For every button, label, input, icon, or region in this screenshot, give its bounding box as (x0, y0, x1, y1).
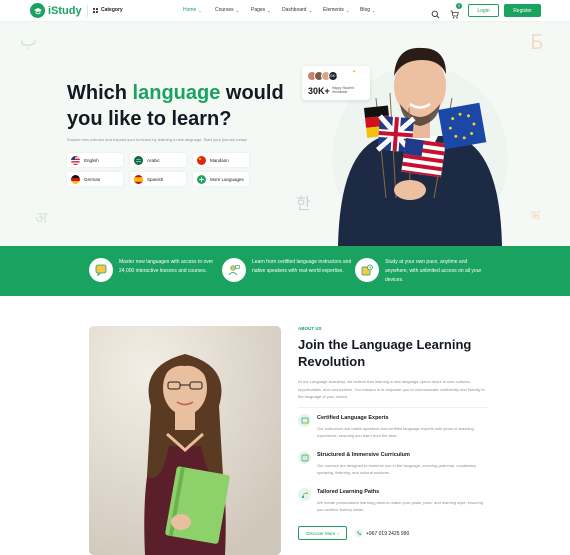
feature-text: Learn from certified language instructor… (252, 259, 352, 274)
plus-circle-icon (197, 174, 206, 184)
curriculum-icon (298, 451, 311, 464)
glyph-decoration: Б (530, 30, 544, 54)
search-icon[interactable] (431, 6, 440, 19)
category-button[interactable]: Category (93, 7, 123, 13)
features-band: Master new languages with access to over… (0, 246, 570, 296)
about-point: Certified Language Experts Our instructo… (298, 414, 487, 439)
point-description: We create personalized learning plans to… (317, 500, 484, 512)
teacher-icon (222, 258, 246, 282)
students-label: Happy Student Worldwide (332, 86, 354, 95)
students-stat-card: 20K+ 30K+ Happy Student Worldwide (302, 66, 370, 100)
saudi-flag-icon (134, 155, 143, 165)
glyph-decoration: ب (20, 30, 37, 51)
point-description: Our instructors are native speakers and … (317, 426, 474, 438)
grid-icon (93, 7, 98, 13)
point-title: Structured & Immersive Curriculum (317, 452, 410, 458)
divider (298, 407, 488, 408)
nav-item-pages[interactable]: Pages ⌄ (251, 7, 282, 13)
cart-count-badge: 0 (456, 3, 462, 9)
phone-contact[interactable]: +967 019 2425 990 (355, 529, 409, 539)
chevron-down-icon: ⌄ (235, 7, 239, 13)
login-button[interactable]: Login (468, 4, 499, 17)
feature-text: Study at your own pace, anytime and anyw… (385, 259, 482, 283)
nav-item-elements[interactable]: Elements ⌄ (323, 7, 360, 13)
about-description: At our Language Academy, we believe that… (298, 379, 485, 399)
main-nav: Home ⌄ Courses ⌄ Pages ⌄ Dashboard ⌄ Element… (183, 7, 384, 13)
language-option-mandarin[interactable]: Mandarin (193, 153, 249, 167)
point-title: Certified Language Experts (317, 415, 389, 421)
language-option-german[interactable]: German (67, 172, 123, 186)
about-point: Tailored Learning Paths We create person… (298, 488, 487, 513)
about-title: Join the Language Learning Revolution (298, 337, 472, 369)
clock-book-icon (355, 258, 379, 282)
feature-item: Study at your own pace, anytime and anyw… (355, 258, 491, 285)
logo-text: iStudy (48, 4, 82, 17)
hero-subtitle: Explore new cultures and expand your hor… (67, 137, 248, 142)
language-options: English Arabic Mandarin German Spanish M… (67, 153, 249, 186)
language-option-english[interactable]: English (67, 153, 123, 167)
avatar-count-badge: 20K+ (328, 71, 338, 81)
discover-more-button[interactable]: Discover More › (298, 526, 347, 540)
students-count: 30K+ (308, 86, 330, 96)
chevron-down-icon: ⌄ (372, 7, 376, 13)
language-option-more[interactable]: More Languages (193, 172, 249, 186)
phone-icon (355, 529, 363, 539)
hero-section: ب Б अ 한 ऋ Which language would you like … (0, 22, 570, 246)
logo-icon (30, 3, 45, 18)
germany-flag-icon (71, 174, 80, 184)
arrow-right-icon: › (337, 530, 339, 536)
student-avatars: 20K+ (307, 71, 338, 81)
glyph-decoration: 한 (296, 194, 311, 213)
feature-item: Learn from certified language instructor… (222, 258, 358, 282)
student-with-books-photo (89, 326, 281, 555)
chat-bubble-icon (89, 258, 113, 282)
language-option-spanish[interactable]: Spanish (130, 172, 186, 186)
chevron-down-icon: ⌄ (267, 7, 271, 13)
us-flag-icon (71, 155, 80, 165)
chevron-down-icon: ⌄ (308, 7, 312, 13)
chevron-down-icon: ⌄ (198, 7, 202, 13)
logo[interactable]: iStudy (30, 3, 82, 18)
hero-title-highlight: language (132, 82, 221, 104)
chevron-down-icon: ⌄ (345, 7, 350, 13)
sparkle-icon: ✦ (352, 69, 357, 75)
language-option-arabic[interactable]: Arabic (130, 153, 186, 167)
section-tag: ABOUT US (298, 326, 322, 331)
point-description: Our courses are designed to immerse you … (317, 463, 477, 475)
china-flag-icon (197, 155, 206, 165)
header-divider (87, 5, 88, 17)
site-header: iStudy Category Home ⌄ Courses ⌄ Pages ⌄ Da… (0, 0, 570, 22)
category-label: Category (101, 7, 123, 13)
hero-title: Which language would you like to learn? (67, 82, 284, 130)
glyph-decoration: अ (35, 208, 48, 227)
nav-item-home[interactable]: Home ⌄ (183, 7, 215, 13)
register-button[interactable]: Register (504, 4, 541, 17)
spain-flag-icon (134, 174, 143, 184)
path-icon (298, 488, 311, 501)
page: iStudy Category Home ⌄ Courses ⌄ Pages ⌄ Da… (0, 0, 570, 555)
feature-text: Master new languages with access to over… (119, 259, 214, 274)
feature-item: Master new languages with access to over… (89, 258, 225, 282)
nav-item-blog[interactable]: Blog ⌄ (360, 7, 384, 13)
about-point: Structured & Immersive Curriculum Our co… (298, 451, 487, 476)
glyph-decoration: ऋ (530, 208, 541, 222)
certificate-icon (298, 414, 311, 427)
nav-item-dashboard[interactable]: Dashboard ⌄ (282, 7, 323, 13)
nav-item-courses[interactable]: Courses ⌄ (215, 7, 251, 13)
point-title: Tailored Learning Paths (317, 489, 380, 495)
